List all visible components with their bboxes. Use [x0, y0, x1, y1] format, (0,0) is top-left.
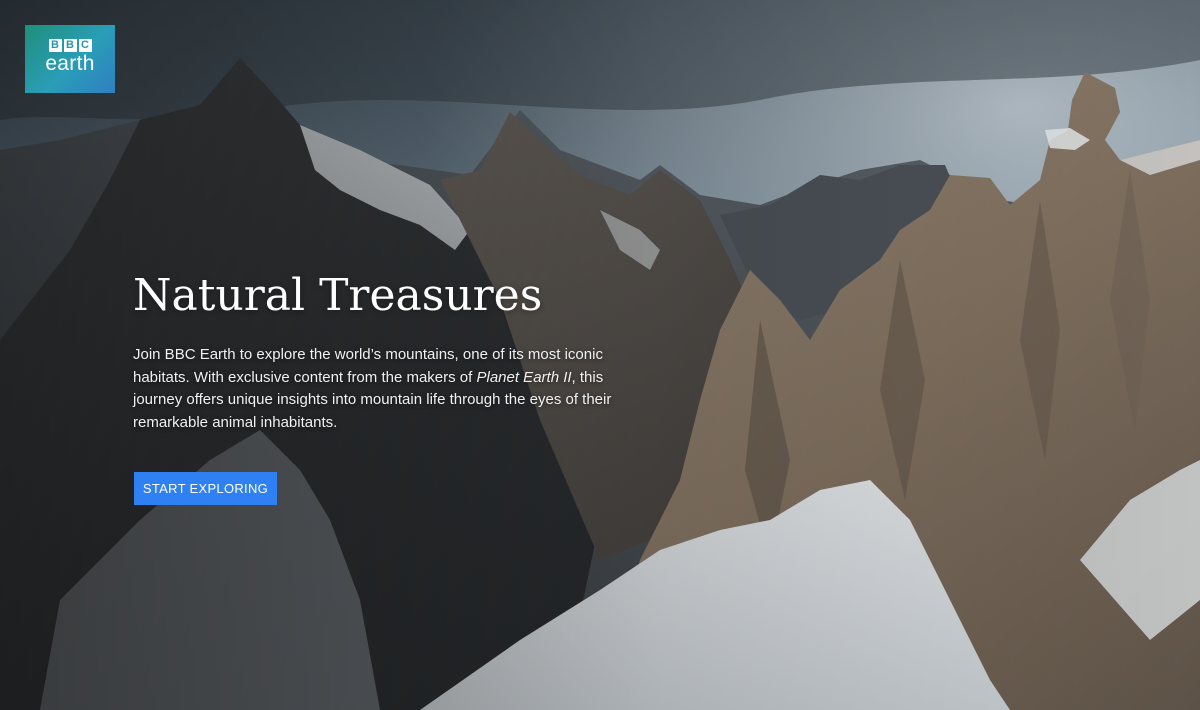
logo-letter-b1: B [48, 39, 62, 52]
start-exploring-button[interactable]: START EXPLORING [134, 472, 277, 505]
logo-letter-b2: B [63, 39, 77, 52]
bbc-earth-logo[interactable]: B B C earth [25, 25, 115, 93]
hero-section: B B C earth Natural Treasures Join BBC E… [0, 0, 1200, 710]
description-italic-title: Planet Earth II [476, 368, 572, 386]
hero-content: Natural Treasures Join BBC Earth to expl… [133, 268, 623, 434]
bbc-blocks: B B C [25, 39, 115, 52]
logo-wordmark: earth [45, 52, 95, 75]
page-title: Natural Treasures [133, 270, 543, 321]
logo-letter-c: C [78, 39, 92, 52]
hero-description: Join BBC Earth to explore the world’s mo… [133, 344, 623, 434]
